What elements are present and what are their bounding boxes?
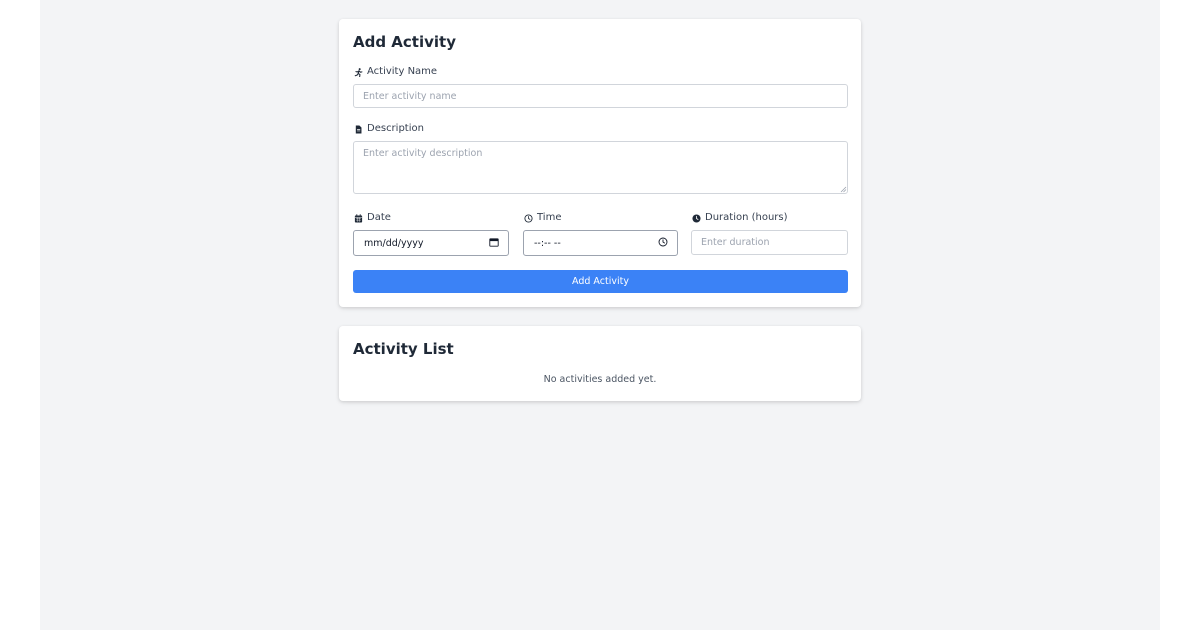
activity-name-input[interactable] xyxy=(353,84,848,108)
time-input[interactable]: --:-- -- xyxy=(523,230,678,256)
duration-input[interactable] xyxy=(691,230,848,255)
add-activity-card: Add Activity Activity Name Description xyxy=(339,19,861,307)
calendar-picker-icon[interactable] xyxy=(489,237,499,250)
add-activity-button[interactable]: Add Activity xyxy=(353,270,848,293)
activity-name-label-text: Activity Name xyxy=(367,66,438,77)
add-activity-title: Add Activity xyxy=(353,33,456,51)
date-input-value: mm/dd/yyyy xyxy=(364,237,424,249)
time-label-text: Time xyxy=(537,212,562,223)
description-label: Description xyxy=(353,123,424,135)
file-icon xyxy=(353,124,363,134)
calendar-icon xyxy=(353,213,363,223)
time-input-value: --:-- -- xyxy=(534,237,561,249)
activity-name-label: Activity Name xyxy=(353,66,437,78)
description-textarea[interactable] xyxy=(353,141,848,194)
duration-label: Duration (hours) xyxy=(691,212,788,224)
description-wrapper xyxy=(353,141,848,194)
description-label-text: Description xyxy=(367,123,424,134)
date-label: Date xyxy=(353,212,391,224)
duration-label-text: Duration (hours) xyxy=(705,212,788,223)
empty-list-message: No activities added yet. xyxy=(543,374,657,385)
time-label: Time xyxy=(523,212,561,224)
clock-solid-icon xyxy=(691,213,701,223)
clock-picker-icon[interactable] xyxy=(658,237,668,250)
activity-list-card: Activity List No activities added yet. xyxy=(339,326,861,401)
activity-list-title: Activity List xyxy=(353,340,454,358)
date-input[interactable]: mm/dd/yyyy xyxy=(353,230,509,256)
resize-grip-icon[interactable] xyxy=(840,186,847,193)
clock-outline-icon xyxy=(523,213,533,223)
running-icon xyxy=(353,67,363,77)
app-container: Add Activity Activity Name Description xyxy=(40,0,1160,630)
date-label-text: Date xyxy=(367,212,391,223)
